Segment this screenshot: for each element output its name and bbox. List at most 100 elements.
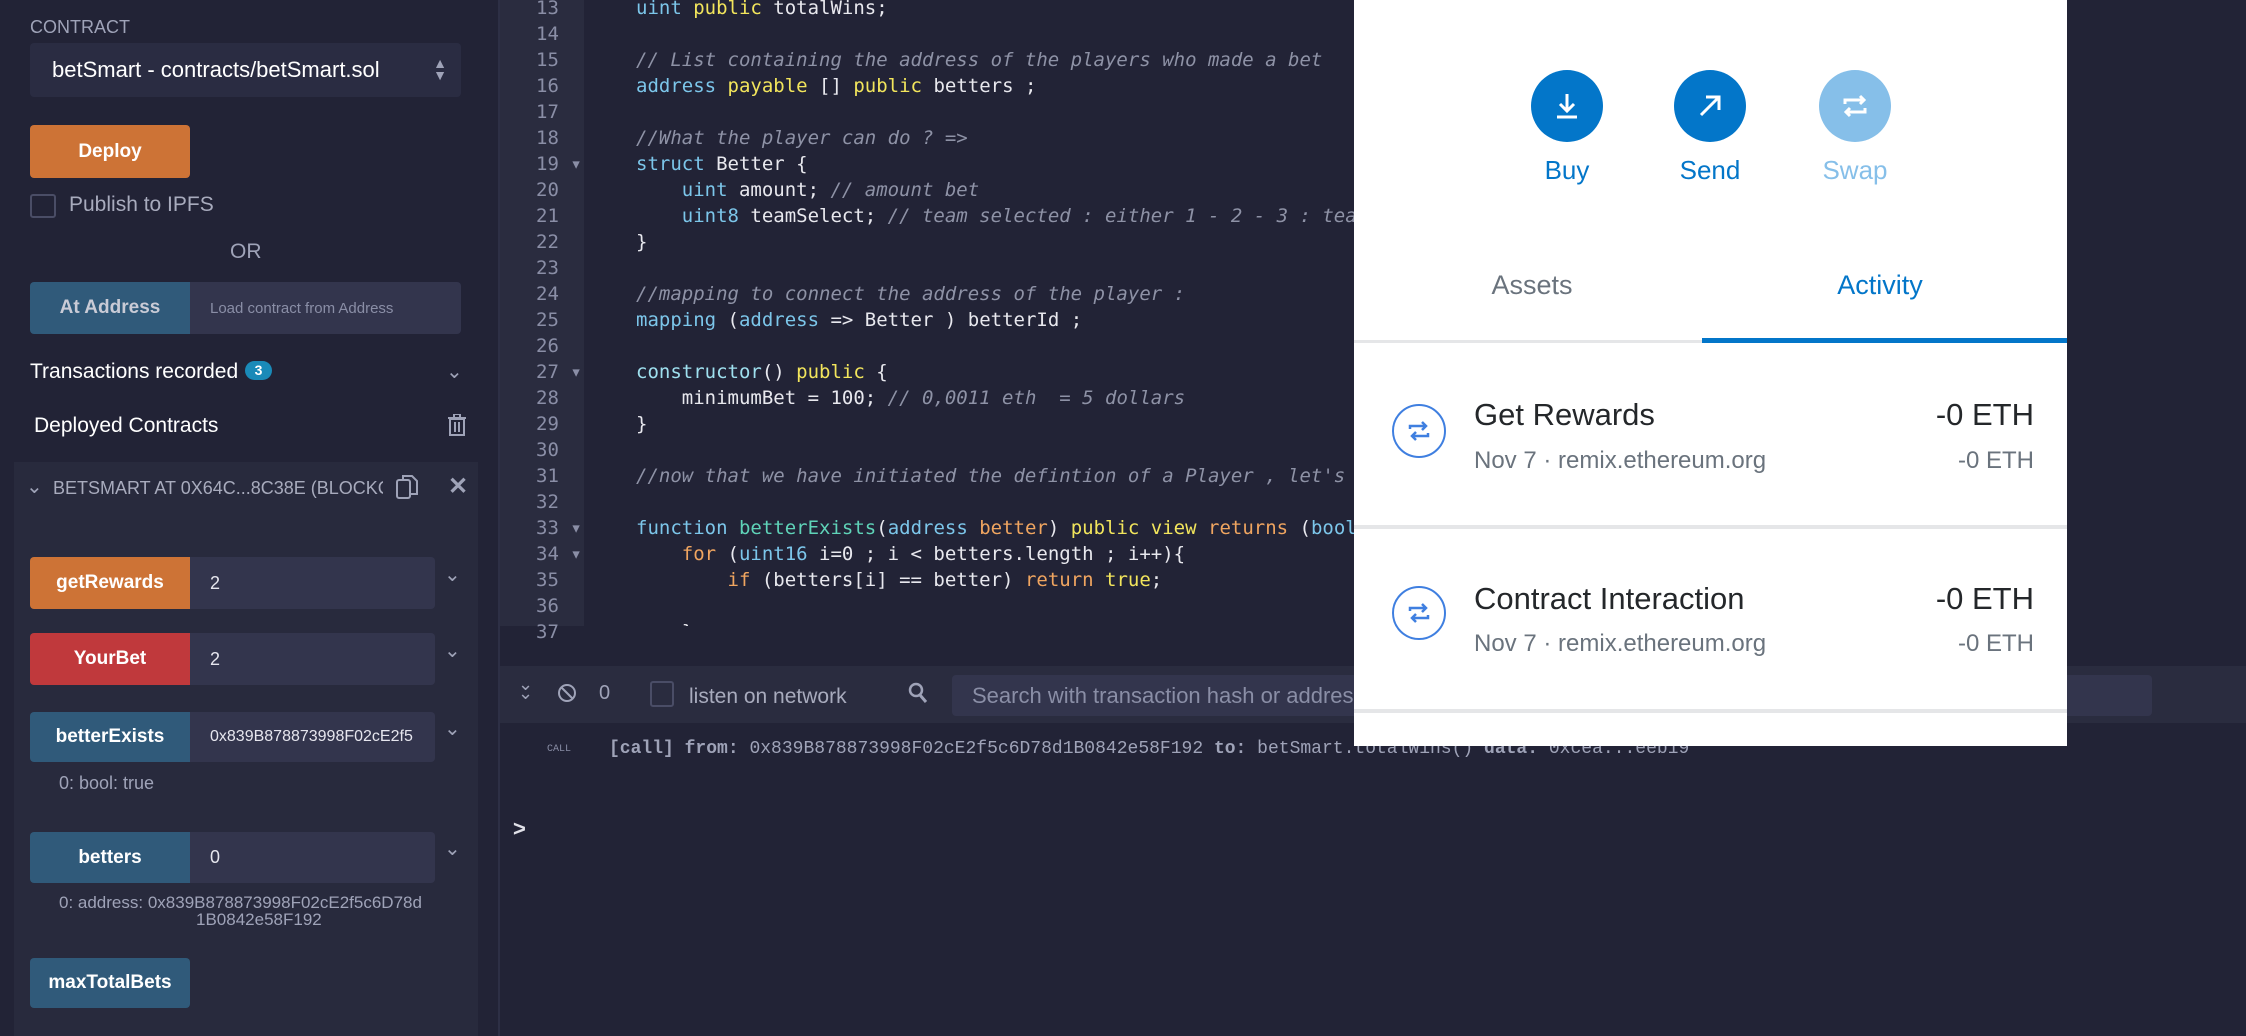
collapse-chevron-icon[interactable]: ⌄ bbox=[26, 474, 43, 499]
tab-assets[interactable]: Assets bbox=[1354, 270, 1710, 301]
code-token: uint bbox=[636, 179, 739, 201]
code-token: public bbox=[853, 75, 934, 97]
code-line[interactable]: function betterExists(address better) pu… bbox=[636, 517, 1354, 539]
code-token: minimumBet = 100; bbox=[636, 387, 888, 409]
activity-subtitle: Nov 7 · remix.ethereum.org bbox=[1474, 630, 1767, 657]
code-line[interactable]: } bbox=[636, 621, 693, 626]
code-token: better bbox=[979, 517, 1048, 539]
code-token: function bbox=[636, 517, 739, 539]
contract-select[interactable]: betSmart - contracts/betSmart.sol ▲ ▼ bbox=[30, 43, 461, 97]
code-line[interactable]: constructor() public { bbox=[636, 361, 888, 383]
search-icon bbox=[908, 682, 928, 709]
chevron-down-icon[interactable]: ⌄ bbox=[444, 638, 461, 663]
swap-label: Swap bbox=[1822, 155, 1888, 185]
code-line[interactable]: mapping (address => Better ) betterId ; bbox=[636, 309, 1082, 331]
panel-resize-handle[interactable] bbox=[478, 0, 500, 1036]
code-token: public view bbox=[1070, 517, 1209, 539]
code-line[interactable]: // List containing the address of the pl… bbox=[636, 49, 1322, 71]
transactions-count-badge: 3 bbox=[245, 361, 272, 380]
copy-icon[interactable] bbox=[396, 474, 418, 505]
line-number: 33 ▾ bbox=[536, 517, 582, 539]
code-token: [] bbox=[819, 75, 854, 97]
code-token: //mapping to connect the address of the … bbox=[636, 283, 1186, 305]
code-token: if bbox=[636, 569, 762, 591]
at-address-button[interactable]: At Address bbox=[30, 282, 190, 334]
publish-ipfs-checkbox[interactable] bbox=[30, 194, 56, 218]
publish-ipfs-label: Publish to IPFS bbox=[69, 193, 214, 216]
line-number: 21 bbox=[536, 205, 559, 227]
send-label: Send bbox=[1679, 155, 1741, 185]
code-line[interactable]: struct Better { bbox=[636, 153, 808, 175]
chevron-down-icon[interactable]: ⌄ bbox=[446, 359, 463, 384]
code-line[interactable]: if (betters[i] == better) return true; bbox=[636, 569, 1163, 591]
deploy-button[interactable]: Deploy bbox=[30, 125, 190, 178]
code-token: for bbox=[636, 543, 728, 565]
code-token: ( bbox=[1299, 517, 1311, 539]
log-from-label: from: bbox=[684, 739, 739, 759]
line-number: 36 bbox=[536, 595, 559, 617]
metamask-popup: Buy Send Swap Assets Activity Get Reward… bbox=[1354, 0, 2067, 746]
code-token: ( bbox=[876, 517, 888, 539]
line-number: 32 bbox=[536, 491, 559, 513]
fn-betters-input[interactable]: 0 bbox=[190, 832, 435, 883]
code-line[interactable]: uint amount; // amount bet bbox=[636, 179, 979, 201]
log-tag: CALL bbox=[547, 744, 572, 755]
listen-network-label: listen on network bbox=[689, 685, 847, 708]
line-number: 17 bbox=[536, 101, 559, 123]
code-token: } bbox=[636, 231, 648, 253]
terminal-output: CALL [call] from: 0x839B878873998F02cE2f… bbox=[500, 723, 2246, 1036]
code-token: true bbox=[1105, 569, 1151, 591]
swap-button[interactable] bbox=[1819, 70, 1891, 142]
code-token: constructor bbox=[636, 361, 762, 383]
fn-betterexists-input[interactable]: 0x839B878873998F02cE2f5 bbox=[190, 712, 435, 762]
at-address-input[interactable]: Load contract from Address bbox=[190, 282, 461, 334]
chevron-down-icon[interactable]: ⌄ bbox=[444, 836, 461, 861]
code-line[interactable]: address payable [] public betters ; bbox=[636, 75, 1036, 97]
fn-betters-button[interactable]: betters bbox=[30, 832, 190, 883]
fn-getrewards-button[interactable]: getRewards bbox=[30, 557, 190, 609]
code-token: () bbox=[761, 361, 797, 383]
log-from: 0x839B878873998F02cE2f5c6D78d1B0842e58F1… bbox=[749, 739, 1204, 759]
code-line[interactable]: //What the player can do ? => bbox=[636, 127, 968, 149]
code-editor[interactable]: uint public totalWins; // List containing… bbox=[584, 0, 1354, 626]
code-line[interactable]: } bbox=[636, 231, 647, 253]
code-line[interactable]: uint8 teamSelect; // team selected : eit… bbox=[636, 205, 1354, 227]
code-line[interactable]: //mapping to connect the address of the … bbox=[636, 283, 1185, 305]
fn-betters-output-line2: 1B0842e58F192 bbox=[196, 910, 322, 929]
line-number: 25 bbox=[536, 309, 559, 331]
code-line[interactable]: } bbox=[636, 413, 647, 435]
fn-yourbet-input[interactable]: 2 bbox=[190, 633, 435, 685]
clear-ban-icon[interactable] bbox=[556, 682, 578, 709]
code-token: address bbox=[738, 309, 831, 331]
tab-activity[interactable]: Activity bbox=[1702, 270, 2058, 301]
code-line[interactable]: //now that we have initiated the definti… bbox=[636, 465, 1345, 487]
code-token: uint bbox=[636, 0, 694, 19]
code-token: address bbox=[887, 517, 980, 539]
code-line[interactable]: for (uint16 i=0 ; i < betters.length ; i… bbox=[636, 543, 1185, 565]
activity-item[interactable]: Contract Interaction Nov 7 · remix.ether… bbox=[1354, 529, 2067, 709]
code-token: public bbox=[693, 0, 774, 19]
activity-amount: -0 ETH bbox=[1935, 581, 2034, 616]
code-token: // team selected : either 1 - 2 - 3 : te… bbox=[887, 205, 1354, 227]
fn-yourbet-button[interactable]: YourBet bbox=[30, 633, 190, 685]
close-icon[interactable]: ✕ bbox=[448, 472, 468, 501]
fn-maxtotalbets-button[interactable]: maxTotalBets bbox=[30, 958, 190, 1008]
fn-getrewards-input[interactable]: 2 bbox=[190, 557, 435, 609]
send-button[interactable] bbox=[1674, 70, 1746, 142]
listen-network-checkbox[interactable] bbox=[650, 681, 674, 707]
code-token: (betters[i] == better) bbox=[761, 569, 1025, 591]
line-number: 24 bbox=[536, 283, 559, 305]
chevron-down-icon[interactable]: ⌄ bbox=[444, 562, 461, 587]
activity-item[interactable]: Get Rewards Nov 7 · remix.ethereum.org -… bbox=[1354, 343, 2067, 527]
terminal-prompt[interactable]: > bbox=[513, 816, 526, 842]
buy-button[interactable] bbox=[1531, 70, 1603, 142]
code-line[interactable]: uint public totalWins; bbox=[636, 0, 888, 19]
trash-icon[interactable] bbox=[448, 413, 466, 441]
code-token: ( bbox=[727, 309, 739, 331]
chevron-down-icon[interactable]: ⌄ bbox=[444, 716, 461, 741]
double-chevron-down-icon[interactable]: ⌄ ⌄ bbox=[518, 675, 533, 702]
transactions-recorded-label[interactable]: Transactions recorded bbox=[30, 360, 238, 384]
line-number: 14 bbox=[536, 23, 559, 45]
code-line[interactable]: minimumBet = 100; // 0,0011 eth = 5 doll… bbox=[636, 387, 1185, 409]
fn-betterexists-button[interactable]: betterExists bbox=[30, 712, 190, 762]
